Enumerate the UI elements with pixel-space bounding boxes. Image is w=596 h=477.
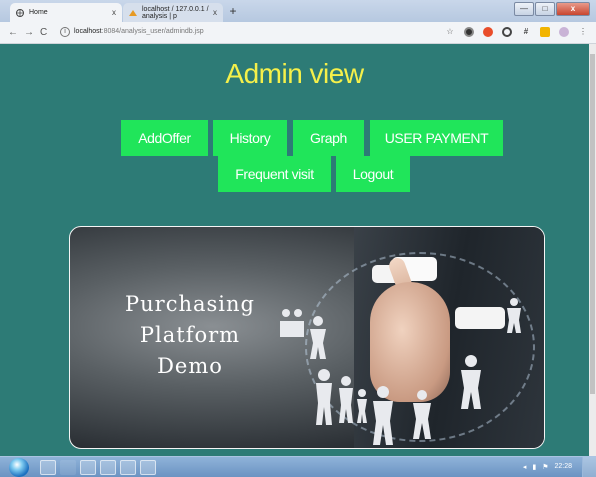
menu-icon[interactable]: ⋮: [578, 27, 588, 37]
tab-home[interactable]: Home x: [10, 3, 122, 22]
url-path: :8084/analysis_user/admindb.jsp: [101, 28, 204, 35]
phpmyadmin-icon: [129, 9, 137, 17]
tab-phpmyadmin[interactable]: localhost / 127.0.0.1 / analysis | p x: [123, 3, 223, 22]
network-icon[interactable]: ▮: [532, 463, 536, 471]
banner-line: Platform: [139, 323, 241, 347]
maximize-button[interactable]: □: [535, 2, 555, 16]
hash-icon[interactable]: #: [521, 27, 531, 37]
address-bar[interactable]: localhost:8084/analysis_user/admindb.jsp: [74, 28, 204, 35]
forward-icon[interactable]: →: [24, 27, 34, 38]
person-icon: [373, 386, 393, 445]
page-scrollbar[interactable]: [589, 44, 596, 456]
tab-close-icon[interactable]: x: [112, 8, 116, 17]
person-icon: [461, 355, 481, 409]
group-icon: [280, 309, 304, 337]
extension-icon[interactable]: [483, 27, 493, 37]
page-body: Admin view AddOffer History Graph USER P…: [0, 44, 589, 456]
window-close-button[interactable]: x: [556, 2, 590, 16]
banner-hand: [370, 282, 450, 402]
banner-headline: Purchasing Platform Demo: [100, 289, 280, 382]
tab-title: localhost / 127.0.0.1 / analysis | p: [142, 5, 209, 20]
extension-icon[interactable]: [502, 27, 512, 37]
xampp-taskbar-icon[interactable]: [120, 460, 136, 475]
browser-toolbar: ← → C i localhost:8084/analysis_user/adm…: [0, 22, 596, 44]
logout-button[interactable]: Logout: [336, 156, 410, 192]
group-icon: [455, 307, 505, 329]
reload-icon[interactable]: C: [40, 27, 47, 38]
new-tab-button[interactable]: +: [226, 4, 240, 18]
person-icon: [310, 316, 326, 359]
app-taskbar-icon[interactable]: [80, 460, 96, 475]
show-desktop-button[interactable]: [582, 457, 596, 477]
extension-icon[interactable]: [540, 27, 550, 37]
app-taskbar-icon[interactable]: [140, 460, 156, 475]
addoffer-button[interactable]: AddOffer: [121, 120, 208, 156]
user-payment-button[interactable]: USER PAYMENT: [370, 120, 503, 156]
hero-banner: Purchasing Platform Demo: [69, 226, 545, 449]
banner-line: Demo: [157, 354, 223, 378]
speaker-icon[interactable]: ◂: [523, 463, 527, 471]
graph-button[interactable]: Graph: [293, 120, 364, 156]
info-icon[interactable]: i: [60, 27, 70, 37]
history-button[interactable]: History: [213, 120, 287, 156]
banner-line: Purchasing: [125, 292, 255, 316]
person-icon: [507, 298, 521, 333]
window-controls: — □ x: [514, 2, 590, 16]
globe-icon: [16, 8, 24, 17]
url-host: localhost: [74, 28, 102, 35]
tab-close-icon[interactable]: x: [213, 8, 217, 17]
scrollbar-thumb[interactable]: [590, 54, 595, 394]
windows-taskbar: ◂ ▮ ⚑ 22:28: [0, 456, 596, 477]
family-icon: [316, 369, 367, 425]
frequent-visit-button[interactable]: Frequent visit: [218, 156, 331, 192]
browser-titlebar: Home x localhost / 127.0.0.1 / analysis …: [0, 0, 596, 22]
person-icon: [413, 390, 431, 439]
chrome-taskbar-icon[interactable]: [40, 460, 56, 475]
bookmark-star-icon[interactable]: ☆: [445, 27, 455, 37]
clock[interactable]: 22:28: [554, 463, 572, 471]
extension-bar: ☆ # ⋮: [445, 27, 588, 37]
paint-taskbar-icon[interactable]: [60, 460, 76, 475]
system-tray: ◂ ▮ ⚑ 22:28: [523, 463, 572, 471]
minimize-button[interactable]: —: [514, 2, 534, 16]
extension-icon[interactable]: [464, 27, 474, 37]
start-button[interactable]: [9, 458, 29, 477]
netbeans-taskbar-icon[interactable]: [100, 460, 116, 475]
profile-avatar-icon[interactable]: [559, 27, 569, 37]
flag-icon[interactable]: ⚑: [542, 463, 548, 471]
tab-title: Home: [29, 9, 48, 16]
page-title: Admin view: [225, 58, 364, 89]
back-icon[interactable]: ←: [8, 27, 18, 38]
